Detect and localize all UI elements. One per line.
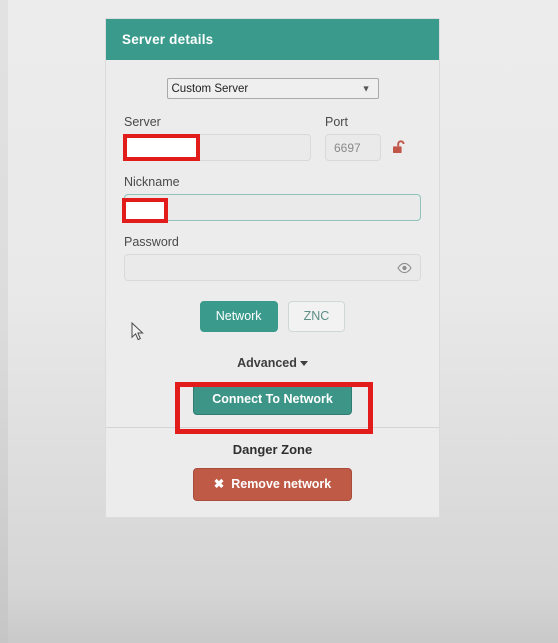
nickname-value-redaction-box bbox=[122, 198, 168, 223]
password-input-wrap bbox=[124, 254, 421, 281]
port-label: Port bbox=[325, 115, 348, 129]
password-input[interactable] bbox=[124, 254, 421, 281]
port-line bbox=[325, 134, 421, 161]
danger-zone-title: Danger Zone bbox=[232, 442, 313, 457]
advanced-label: Advanced bbox=[237, 355, 297, 370]
port-field-group: Port bbox=[325, 115, 421, 161]
page-title: Server details bbox=[122, 32, 214, 47]
server-value-redaction-box bbox=[123, 134, 200, 161]
unlock-icon[interactable] bbox=[391, 139, 408, 156]
eye-icon[interactable] bbox=[397, 262, 412, 274]
server-type-select[interactable]: Custom Server bbox=[166, 78, 379, 99]
nickname-input[interactable] bbox=[124, 194, 421, 221]
server-label: Server bbox=[124, 115, 161, 129]
password-field-group: Password bbox=[124, 235, 421, 281]
password-label: Password bbox=[124, 235, 179, 249]
znc-mode-button[interactable]: ZNC bbox=[287, 301, 346, 332]
danger-zone-section: Danger Zone ✖ Remove network bbox=[124, 428, 421, 501]
caret-down-icon bbox=[299, 360, 308, 366]
port-input[interactable] bbox=[325, 134, 381, 161]
nickname-label: Nickname bbox=[124, 175, 180, 189]
server-type-select-wrap: Custom Server ▼ bbox=[166, 78, 379, 99]
server-type-row: Custom Server ▼ bbox=[124, 78, 421, 99]
advanced-toggle[interactable]: Advanced bbox=[124, 356, 421, 370]
network-mode-button[interactable]: Network bbox=[199, 301, 278, 332]
remove-network-label: Remove network bbox=[231, 477, 332, 491]
connect-button-highlight-box bbox=[175, 382, 373, 434]
remove-network-button[interactable]: ✖ Remove network bbox=[192, 468, 353, 501]
card-body: Custom Server ▼ Server Port 6697 Nicknam… bbox=[106, 60, 439, 517]
server-details-card: Server details Custom Server ▼ Server Po… bbox=[105, 18, 440, 518]
nickname-field-group: Nickname bbox=[124, 175, 421, 221]
close-x-icon: ✖ bbox=[213, 477, 225, 491]
page-left-edge-strip bbox=[0, 0, 8, 643]
card-header: Server details bbox=[106, 19, 439, 60]
connection-mode-toggle: Network ZNC bbox=[124, 301, 421, 332]
